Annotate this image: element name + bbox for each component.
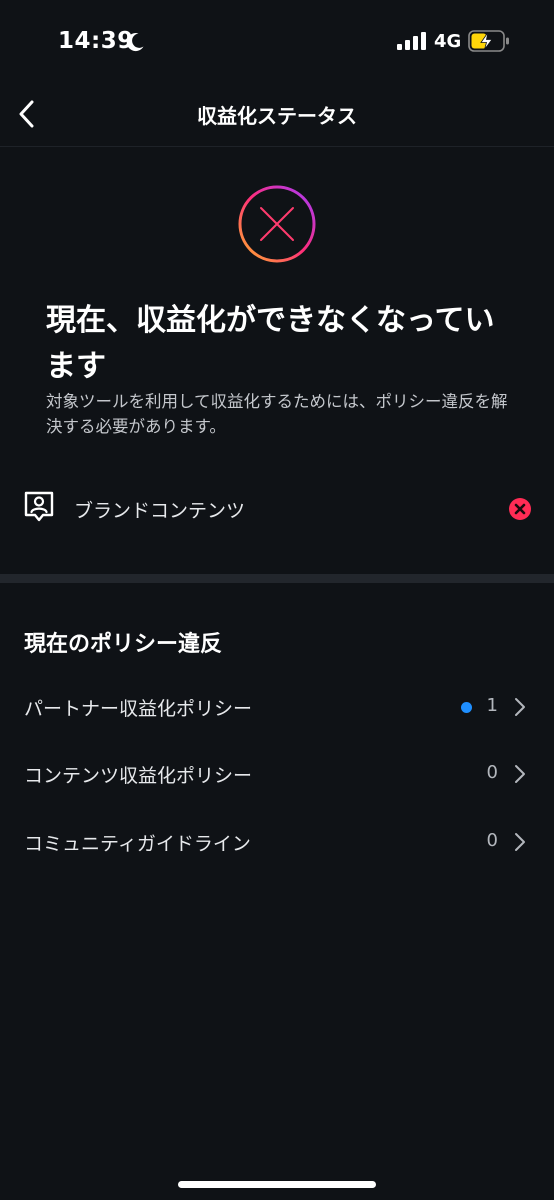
status-time: 14:39	[58, 28, 134, 54]
close-circle-icon	[238, 185, 316, 263]
violations-section-title: 現在のポリシー違反	[24, 632, 223, 657]
moon-icon	[126, 33, 144, 52]
chevron-right-icon	[515, 833, 525, 851]
status-description: 対象ツールを利用して収益化するためには、ポリシー違反を解決する必要があります。	[46, 392, 508, 436]
branded-content-icon	[24, 491, 54, 522]
policy-count: 0	[486, 762, 498, 783]
nav-bar: 収益化ステータス	[0, 84, 554, 147]
error-icon	[509, 498, 531, 520]
tool-row-branded-content: ブランドコンテンツ	[0, 482, 554, 538]
policy-row-partner-monetization[interactable]: パートナー収益化ポリシー 1	[0, 680, 554, 736]
policy-count: 0	[486, 830, 498, 851]
chevron-right-icon	[515, 765, 525, 783]
policy-label: コンテンツ収益化ポリシー	[24, 765, 253, 787]
signal-icon	[397, 32, 426, 50]
policy-count: 1	[486, 695, 498, 716]
status-headline: 現在、収益化ができなくなっています	[46, 303, 495, 384]
policy-row-content-monetization[interactable]: コンテンツ収益化ポリシー 0	[0, 747, 554, 803]
network-label: 4G	[434, 31, 462, 52]
section-divider	[0, 574, 554, 583]
home-indicator[interactable]	[178, 1181, 376, 1188]
tool-label: ブランドコンテンツ	[74, 500, 246, 522]
new-indicator-dot	[461, 702, 472, 713]
policy-row-community-guidelines[interactable]: コミュニティガイドライン 0	[0, 815, 554, 871]
battery-charging-icon	[468, 30, 509, 52]
status-bar: 14:39 4G	[0, 0, 554, 84]
policy-label: パートナー収益化ポリシー	[24, 698, 253, 720]
policy-label: コミュニティガイドライン	[24, 833, 251, 855]
chevron-right-icon	[515, 698, 525, 716]
page-title: 収益化ステータス	[197, 104, 357, 128]
